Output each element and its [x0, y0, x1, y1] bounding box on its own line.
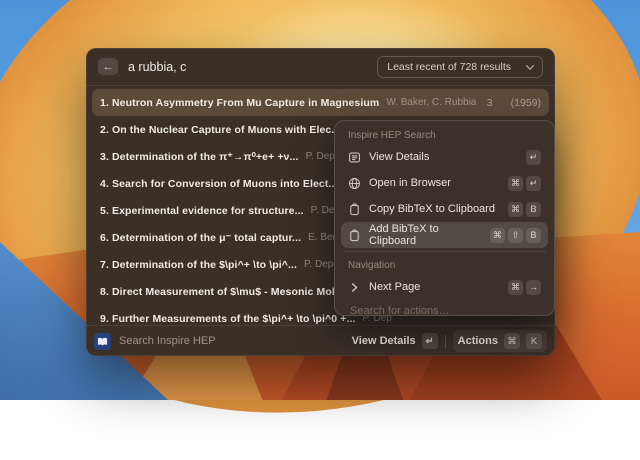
key-cmd: ⌘ — [508, 176, 523, 191]
chevron-right-icon — [348, 281, 361, 294]
result-title: 2. On the Nuclear Capture of Muons with … — [100, 124, 340, 136]
results-filter-label: Least recent of 728 results — [387, 61, 511, 73]
key-b: B — [526, 228, 541, 243]
footer-divider — [445, 335, 446, 348]
command-name: Search Inspire HEP — [119, 335, 216, 347]
result-meta: 3 (1959) — [487, 97, 541, 109]
action-label: Open in Browser — [369, 177, 451, 189]
action-label: View Details — [369, 151, 429, 163]
action-open-in-browser[interactable]: Open in Browser ⌘ ↵ — [341, 170, 548, 196]
key-return: ↵ — [526, 150, 541, 165]
back-arrow-icon: ← — [103, 61, 114, 73]
result-title: 6. Determination of the μ⁻ total captur.… — [100, 232, 301, 244]
result-authors: W. Baker, C. Rubbia — [386, 97, 479, 108]
action-view-details[interactable]: View Details ↵ — [341, 144, 548, 170]
result-title: 8. Direct Measurement of $\mu$ - Mesonic… — [100, 286, 365, 298]
result-row-1[interactable]: 1. Neutron Asymmetry From Mu Capture in … — [92, 89, 549, 116]
action-search — [341, 300, 548, 316]
action-copy-bibtex[interactable]: Copy BibTeX to Clipboard ⌘ B — [341, 196, 548, 222]
status-bar: Search Inspire HEP View Details ↵ Action… — [86, 325, 555, 356]
action-label: Copy BibTeX to Clipboard — [369, 203, 495, 215]
result-title: 3. Determination of the π⁺→π⁰+e+ +ν... — [100, 151, 299, 163]
open-book-icon — [94, 333, 111, 350]
key-shift: ⇧ — [508, 228, 523, 243]
result-title: 4. Search for Conversion of Muons into E… — [100, 178, 337, 190]
key-return: ↵ — [422, 333, 438, 349]
key-b: B — [526, 202, 541, 217]
key-right-arrow: → — [526, 280, 541, 295]
actions-button[interactable]: Actions ⌘ K — [453, 330, 547, 352]
actions-label: Actions — [458, 335, 498, 347]
action-label: Add BibTeX to Clipboard — [369, 223, 482, 247]
result-title: 7. Determination of the $\pi^+ \to \pi^.… — [100, 259, 297, 271]
action-panel: Inspire HEP Search View Details ↵ Open i… — [334, 120, 555, 316]
action-next-page[interactable]: Next Page ⌘ → — [341, 274, 548, 300]
clipboard-icon — [348, 203, 361, 216]
action-label: Next Page — [369, 281, 420, 293]
raycast-window: ← a rubbia, c Least recent of 728 result… — [86, 48, 555, 356]
key-return: ↵ — [526, 176, 541, 191]
action-add-bibtex[interactable]: Add BibTeX to Clipboard ⌘ ⇧ B — [341, 222, 548, 248]
result-title: 9. Further Measurements of the $\pi^+ \t… — [100, 313, 356, 325]
key-cmd: ⌘ — [508, 280, 523, 295]
globe-icon — [348, 177, 361, 190]
panel-divider — [343, 251, 546, 252]
search-input[interactable]: a rubbia, c — [128, 60, 186, 74]
search-bar: ← a rubbia, c Least recent of 728 result… — [86, 48, 555, 86]
view-details-label: View Details — [352, 335, 416, 347]
key-cmd: ⌘ — [508, 202, 523, 217]
key-k: K — [526, 333, 542, 349]
view-details-footer-button[interactable]: View Details ↵ — [352, 333, 438, 349]
action-panel-section-title: Navigation — [341, 255, 548, 274]
chevron-down-icon — [526, 61, 534, 69]
clipboard-icon — [348, 229, 361, 242]
results-filter-dropdown[interactable]: Least recent of 728 results — [377, 56, 543, 78]
publication-year: (1959) — [511, 97, 541, 109]
citation-count: 3 — [487, 97, 493, 109]
back-button[interactable]: ← — [98, 58, 118, 75]
key-cmd: ⌘ — [490, 228, 505, 243]
key-cmd: ⌘ — [504, 333, 520, 349]
result-title: 1. Neutron Asymmetry From Mu Capture in … — [100, 97, 379, 109]
view-details-icon — [348, 151, 361, 164]
action-search-input[interactable] — [348, 304, 541, 316]
result-title: 5. Experimental evidence for structure..… — [100, 205, 304, 217]
action-panel-section-title: Inspire HEP Search — [341, 125, 548, 144]
